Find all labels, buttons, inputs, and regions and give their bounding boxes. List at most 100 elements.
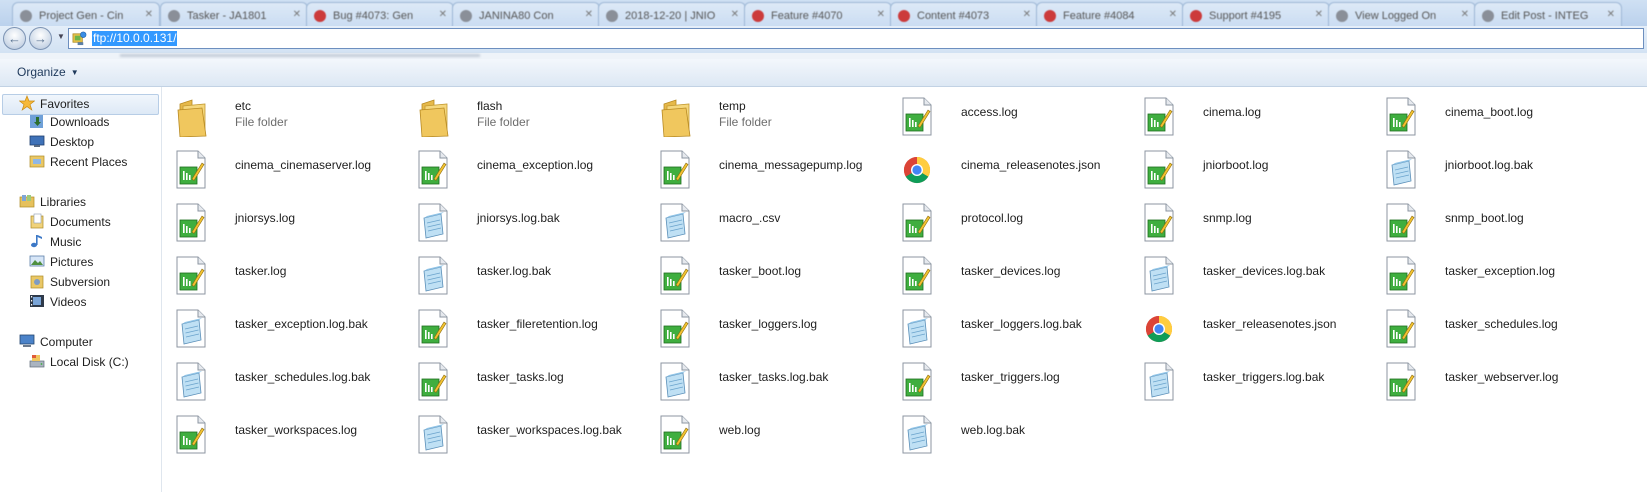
close-tab-icon[interactable]: ✕ [1315,9,1323,20]
file-item[interactable]: tasker_workspaces.log [162,405,416,455]
file-item[interactable]: tasker_triggers.log.bak [1130,352,1384,402]
browser-tab[interactable]: Feature #4070 ✕ [744,2,892,28]
browser-tab[interactable]: JANINA80 Con ✕ [452,2,600,28]
file-item[interactable]: cinema.log [1130,87,1384,137]
browser-tab[interactable]: Support #4195 ✕ [1182,2,1330,28]
log-file-icon [174,149,208,190]
notepad-file-icon [1384,149,1418,190]
pictures-icon [29,255,45,267]
nav-libraries[interactable]: Libraries [19,192,86,212]
chrome-json-icon [900,149,934,190]
file-item[interactable]: cinema_exception.log [404,140,658,190]
item-name: tasker_loggers.log [719,317,818,331]
file-item[interactable]: tasker_devices.log [888,246,1142,296]
recent-pages-dropdown[interactable]: ▼ [57,32,65,41]
forward-button[interactable]: → [29,27,52,50]
nav-recent-places-label: Recent Places [50,155,128,169]
item-name: tasker_workspaces.log.bak [477,423,622,437]
file-item[interactable]: jniorsys.log.bak [404,193,658,243]
file-item[interactable]: tasker_devices.log.bak [1130,246,1384,296]
close-tab-icon[interactable]: ✕ [1607,9,1615,20]
close-tab-icon[interactable]: ✕ [145,9,153,20]
close-tab-icon[interactable]: ✕ [877,9,885,20]
file-item[interactable]: tasker_exception.log [1372,246,1626,296]
file-item[interactable]: protocol.log [888,193,1142,243]
file-item[interactable]: cinema_releasenotes.json [888,140,1142,190]
notepad-file-icon [416,255,450,296]
file-item[interactable]: tasker_schedules.log [1372,299,1626,349]
file-item[interactable]: tasker_loggers.log.bak [888,299,1142,349]
nav-music[interactable]: Music [29,232,81,252]
file-item[interactable]: tasker.log.bak [404,246,658,296]
folder-item[interactable]: flash File folder [404,87,658,138]
close-tab-icon[interactable]: ✕ [293,9,301,20]
downloads-folder-icon [30,115,43,128]
file-item[interactable]: tasker.log [162,246,416,296]
file-item[interactable]: tasker_schedules.log.bak [162,352,416,402]
browser-tab[interactable]: Tasker - JA1801 ✕ [160,2,308,28]
browser-tab[interactable]: 2018-12-20 | JNIO ✕ [598,2,746,28]
close-tab-icon[interactable]: ✕ [731,9,739,20]
nav-videos[interactable]: Videos [29,292,86,312]
file-item[interactable]: tasker_exception.log.bak [162,299,416,349]
nav-pictures[interactable]: Pictures [29,252,93,272]
address-field[interactable]: ftp://10.0.0.131/ [68,28,1644,49]
file-item[interactable]: jniorboot.log.bak [1372,140,1626,190]
browser-tab-label: Feature #4070 [771,10,843,22]
address-url[interactable]: ftp://10.0.0.131/ [92,31,178,46]
notepad-file-icon [1142,255,1176,296]
file-item[interactable]: tasker_triggers.log [888,352,1142,402]
browser-tab[interactable]: View Logged On ✕ [1328,2,1476,28]
browser-tab[interactable]: Bug #4073: Gen ✕ [306,2,454,28]
back-button[interactable]: ← [3,27,26,50]
log-file-icon [900,255,934,296]
file-item[interactable]: cinema_messagepump.log [646,140,900,190]
folder-item[interactable]: etc File folder [162,87,416,138]
nav-subversion[interactable]: Subversion [29,272,110,292]
nav-documents[interactable]: Documents [29,212,111,232]
file-item[interactable]: web.log [646,405,900,455]
file-item[interactable]: tasker_releasenotes.json [1130,299,1384,349]
close-tab-icon[interactable]: ✕ [585,9,593,20]
file-item[interactable]: tasker_tasks.log.bak [646,352,900,402]
file-item[interactable]: web.log.bak [888,405,1142,455]
nav-downloads[interactable]: Downloads [29,112,109,132]
browser-tab[interactable]: Project Gen - Cin ✕ [12,2,160,28]
file-item[interactable]: jniorboot.log [1130,140,1384,190]
close-tab-icon[interactable]: ✕ [439,9,447,20]
close-tab-icon[interactable]: ✕ [1169,9,1177,20]
file-item[interactable]: macro_.csv [646,193,900,243]
browser-tab-label: Support #4195 [1209,10,1282,22]
close-tab-icon[interactable]: ✕ [1461,9,1469,20]
file-item[interactable]: tasker_workspaces.log.bak [404,405,658,455]
organize-button[interactable]: Organize ▼ [17,65,79,79]
log-file-icon [174,414,208,455]
item-name: jniorboot.log.bak [1445,158,1534,172]
browser-tab[interactable]: Feature #4084 ✕ [1036,2,1184,28]
file-item[interactable]: access.log [888,87,1142,137]
folder-item[interactable]: temp File folder [646,87,900,138]
hard-drive-icon [29,355,45,368]
file-item[interactable]: tasker_fileretention.log [404,299,658,349]
browser-tab[interactable]: Content #4073 ✕ [890,2,1038,28]
file-item[interactable]: tasker_boot.log [646,246,900,296]
file-item[interactable]: snmp_boot.log [1372,193,1626,243]
file-item[interactable]: cinema_cinemaserver.log [162,140,416,190]
item-name: tasker_tasks.log.bak [719,370,829,384]
nav-local-disk[interactable]: Local Disk (C:) [29,352,129,372]
nav-downloads-label: Downloads [50,115,110,129]
nav-computer[interactable]: Computer [19,332,93,352]
file-item[interactable]: snmp.log [1130,193,1384,243]
nav-recent-places[interactable]: Recent Places [29,152,127,172]
item-name: tasker_triggers.log [961,370,1060,384]
file-item[interactable]: tasker_tasks.log [404,352,658,402]
item-name: jniorboot.log [1203,158,1269,172]
browser-tab[interactable]: Edit Post - INTEG ✕ [1474,2,1622,28]
tab-favicon-icon [898,10,910,22]
file-item[interactable]: jniorsys.log [162,193,416,243]
nav-desktop[interactable]: Desktop [29,132,94,152]
close-tab-icon[interactable]: ✕ [1023,9,1031,20]
file-item[interactable]: tasker_loggers.log [646,299,900,349]
file-item[interactable]: cinema_boot.log [1372,87,1626,137]
file-item[interactable]: tasker_webserver.log [1372,352,1626,402]
